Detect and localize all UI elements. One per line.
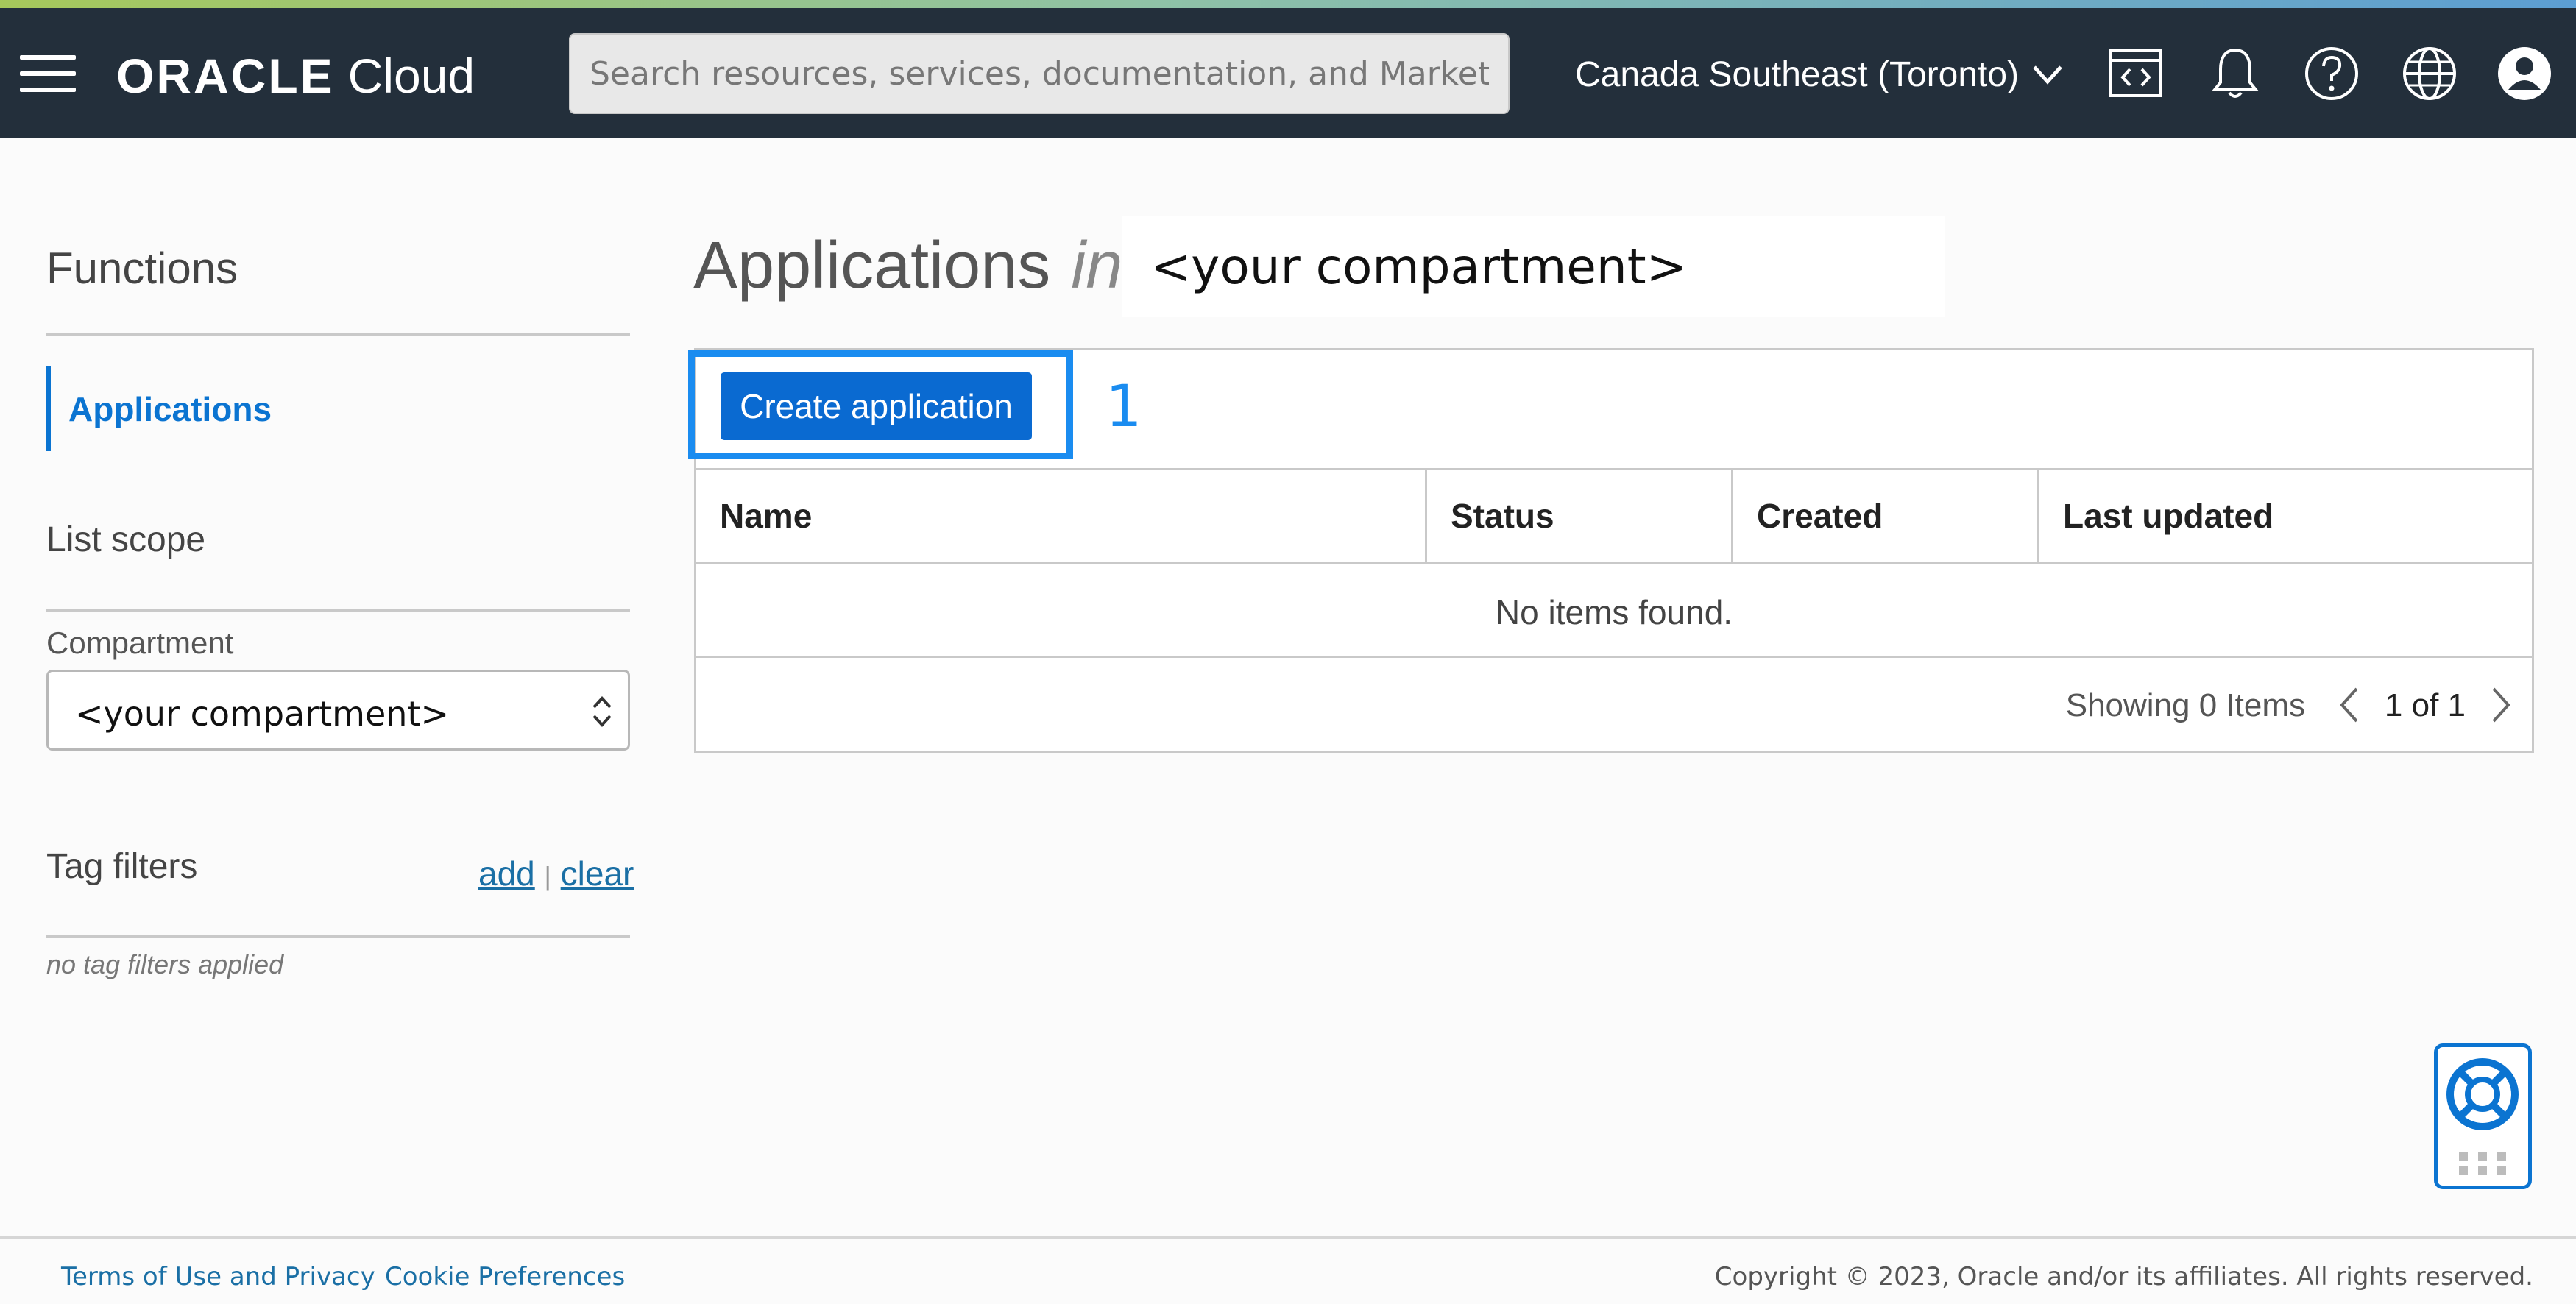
sidebar-title: Functions [46,244,238,293]
column-header-last-updated[interactable]: Last updated [2037,469,2532,562]
region-selector[interactable]: Canada Southeast (Toronto) [1575,49,2063,100]
previous-page-icon[interactable] [2335,684,2364,726]
tag-clear-link[interactable]: clear [561,854,634,893]
user-icon[interactable] [2495,44,2554,103]
title-compartment-name: <your compartment> [1122,216,1945,317]
top-accent-line [0,0,2576,8]
lifebuoy-icon [2446,1058,2519,1175]
page-title-text: Applications [693,229,1051,302]
bell-icon[interactable] [2206,44,2265,103]
next-page-icon[interactable] [2486,684,2516,726]
table-header-row: Name Status Created Last updated [696,469,2532,564]
logo-oracle-text: ORACLE [116,49,335,103]
sidebar-item-applications[interactable]: Applications [46,366,630,451]
tag-filters-divider [46,935,630,938]
sidebar-item-label: Applications [68,390,272,428]
list-scope-divider [46,609,630,612]
compartment-select[interactable]: <your compartment> [46,670,630,751]
tag-link-separator: | [544,861,551,891]
sidebar-divider [46,333,630,336]
empty-message: No items found. [1495,593,1733,631]
column-header-name[interactable]: Name [696,469,1425,562]
step-number-marker: 1 [1105,374,1142,440]
table-empty-row: No items found. [696,564,2532,658]
column-header-status[interactable]: Status [1425,469,1731,562]
page-title: Applications in [693,228,1122,304]
search-input[interactable] [569,33,1510,114]
globe-icon[interactable] [2400,44,2459,103]
page-indicator: 1 of 1 [2384,687,2466,723]
tag-add-link[interactable]: add [478,854,535,893]
terms-link[interactable]: Terms of Use and Privacy [61,1262,375,1291]
code-editor-icon[interactable] [2106,44,2165,103]
logo-cloud-text: Cloud [347,49,475,103]
list-scope-heading: List scope [46,520,206,559]
table-pagination-row: Showing 0 Items 1 of 1 [696,658,2532,751]
chevron-down-icon [2033,65,2062,85]
column-header-created[interactable]: Created [1731,469,2037,562]
hamburger-menu-icon[interactable] [20,55,76,92]
tag-filters-empty-text: no tag filters applied [46,949,284,979]
compartment-select-value: <your compartment> [75,694,450,734]
cookie-preferences-link[interactable]: Cookie Preferences [385,1262,625,1291]
tag-filters-heading: Tag filters [46,847,198,886]
help-widget[interactable] [2434,1043,2532,1189]
tag-filter-links: add | clear [478,854,634,893]
oracle-cloud-logo[interactable]: ORACLE Cloud [116,49,475,103]
page-title-in: in [1071,229,1123,302]
select-arrows-icon [592,696,612,727]
region-label: Canada Southeast (Toronto) [1575,54,2020,94]
help-icon[interactable] [2302,44,2361,103]
item-count-text: Showing 0 Items [2065,687,2305,723]
copyright-text: Copyright © 2023, Oracle and/or its affi… [1714,1262,2533,1291]
compartment-label: Compartment [46,626,234,660]
create-application-button[interactable]: Create application [721,372,1032,440]
page-footer: Terms of Use and Privacy Cookie Preferen… [0,1236,2576,1304]
